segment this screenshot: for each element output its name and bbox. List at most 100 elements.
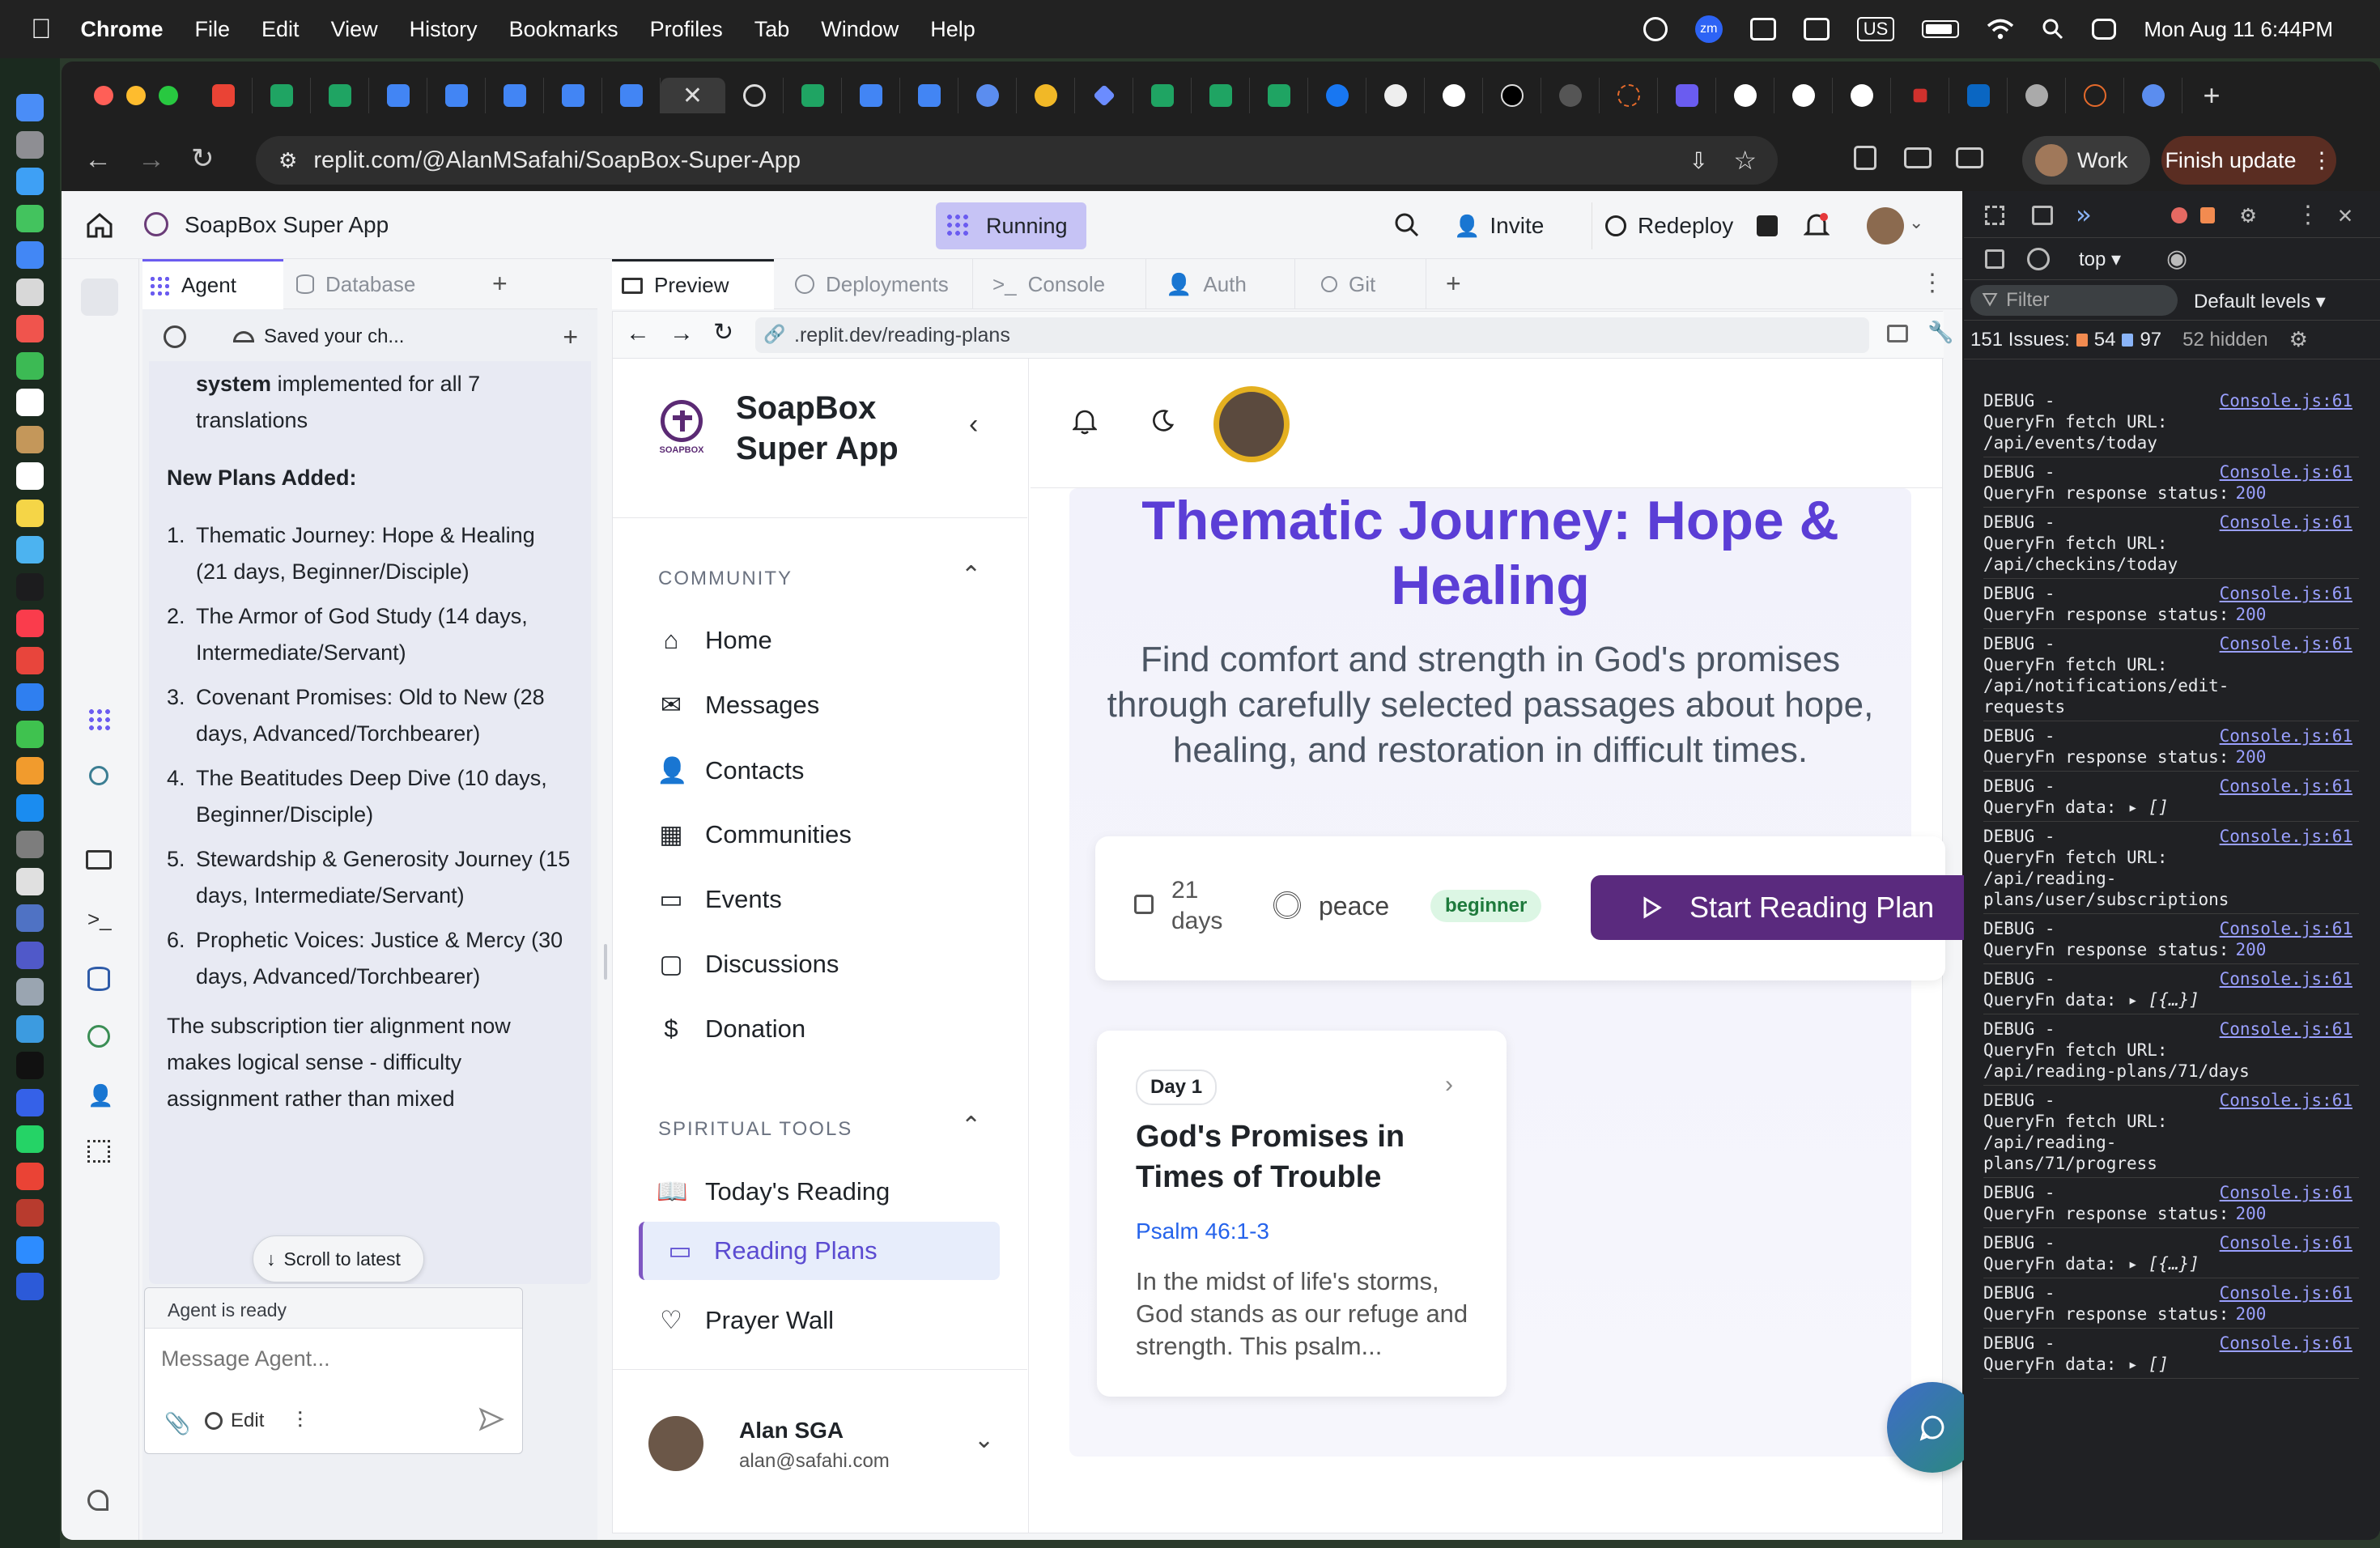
- log-source-link[interactable]: Console.js:61: [2220, 1282, 2352, 1303]
- pane-resize-handle[interactable]: [604, 944, 607, 980]
- profile-avatar[interactable]: [1213, 386, 1290, 462]
- log-source-link[interactable]: Console.js:61: [2220, 461, 2352, 483]
- dock-app-icon[interactable]: [16, 683, 44, 711]
- browser-tab[interactable]: [1250, 78, 1308, 113]
- log-object-value[interactable]: ▸ [{…}]: [2127, 990, 2199, 1010]
- console-log-entry[interactable]: DEBUG - QueryFn response status: 200 Consol…: [1983, 583, 2352, 625]
- dock-app-icon[interactable]: [16, 572, 44, 601]
- dock-app-icon[interactable]: [16, 904, 44, 932]
- tab-git[interactable]: Git: [1321, 259, 1426, 309]
- browser-tab[interactable]: [194, 78, 253, 113]
- minimize-window-button[interactable]: [126, 86, 146, 105]
- console-settings-icon[interactable]: ⚙: [2289, 327, 2308, 352]
- browser-tab[interactable]: [2008, 78, 2066, 113]
- send-icon[interactable]: [478, 1406, 504, 1432]
- theme-icon[interactable]: [87, 1490, 108, 1511]
- browser-tab[interactable]: [486, 78, 544, 113]
- dock-app-icon[interactable]: [16, 1162, 44, 1190]
- forward-icon[interactable]: →: [669, 320, 694, 347]
- collapse-sidebar-icon[interactable]: ‹: [969, 409, 978, 440]
- sidebar-toggle-icon[interactable]: [1985, 249, 2004, 269]
- context-select[interactable]: top ▾: [2079, 248, 2121, 271]
- back-icon[interactable]: ←: [626, 320, 650, 347]
- log-source-link[interactable]: Console.js:61: [2220, 512, 2352, 533]
- dock-app-icon[interactable]: [16, 1235, 44, 1264]
- nav-home[interactable]: ⌂ Home: [657, 626, 772, 655]
- console-log-entry[interactable]: DEBUG - QueryFn data: ▸ [] Console.js:61: [1983, 776, 2352, 818]
- console-log-entry[interactable]: DEBUG - QueryFn data: ▸ [] Console.js:61: [1983, 1333, 2352, 1375]
- preview-url-bar[interactable]: 🔗 .replit.dev/reading-plans: [755, 317, 1869, 353]
- dock-app-icon[interactable]: [16, 94, 44, 121]
- dock-app-icon[interactable]: [16, 425, 44, 453]
- chevron-down-icon[interactable]: ⌄: [1909, 212, 1923, 233]
- dock-app-icon[interactable]: [16, 499, 44, 527]
- dock-app-icon[interactable]: [16, 536, 44, 563]
- inspect-icon[interactable]: [1985, 206, 2004, 225]
- console-log-entry[interactable]: DEBUG - QueryFn fetch URL:/api/events/tod…: [1983, 390, 2352, 453]
- keyboard-layout[interactable]: US: [1856, 17, 1895, 41]
- browser-tab[interactable]: [2066, 78, 2124, 113]
- nav-prayer-wall[interactable]: ♡ Prayer Wall: [657, 1306, 834, 1335]
- settings-gear-icon[interactable]: ⚙: [2241, 201, 2255, 229]
- project-name[interactable]: SoapBox Super App: [185, 212, 389, 238]
- browser-tab[interactable]: [1716, 78, 1774, 113]
- status-icon-2[interactable]: [1749, 18, 1776, 40]
- dock-app-icon[interactable]: [16, 1125, 44, 1153]
- app-logo[interactable]: SOAPBOX: [645, 391, 718, 464]
- tab-auth[interactable]: 👤 Auth: [1166, 259, 1295, 309]
- browser-tab-active[interactable]: ✕: [661, 78, 725, 113]
- status-icon-3[interactable]: [1803, 18, 1830, 40]
- browser-tab[interactable]: [842, 78, 900, 113]
- chevron-up-icon[interactable]: ⌃: [961, 1112, 981, 1140]
- clock[interactable]: Mon Aug 11 6:44PM: [2144, 17, 2333, 42]
- tab-console[interactable]: >_ Console: [992, 259, 1146, 309]
- nav-messages[interactable]: ✉ Messages: [657, 691, 819, 720]
- log-source-link[interactable]: Console.js:61: [2220, 633, 2352, 654]
- log-source-link[interactable]: Console.js:61: [2220, 918, 2352, 939]
- tab-preview[interactable]: Preview: [612, 259, 774, 309]
- back-icon[interactable]: ←: [84, 144, 112, 176]
- dock-app-icon[interactable]: [16, 610, 44, 637]
- finish-update-button[interactable]: Finish update ⋮: [2161, 136, 2336, 185]
- dock-app-icon[interactable]: [16, 315, 44, 342]
- dock-app-icon[interactable]: [16, 646, 44, 674]
- forward-icon[interactable]: →: [138, 144, 165, 176]
- search-tab-icon[interactable]: [1956, 147, 1983, 168]
- new-chat-icon[interactable]: +: [563, 322, 578, 352]
- browser-tab[interactable]: [253, 78, 311, 113]
- new-tab-button[interactable]: +: [2182, 78, 2241, 113]
- more-vert-icon[interactable]: ⋮: [1920, 269, 1944, 297]
- browser-tab[interactable]: [958, 78, 1017, 113]
- dock-app-icon[interactable]: [16, 720, 44, 748]
- users-icon[interactable]: 👤: [87, 1083, 113, 1108]
- browser-tab[interactable]: [1541, 78, 1600, 113]
- spotlight-icon[interactable]: [2042, 18, 2064, 40]
- browser-tab[interactable]: [1192, 78, 1250, 113]
- dock-app-icon[interactable]: [16, 351, 44, 380]
- edit-button[interactable]: Edit: [205, 1410, 264, 1432]
- saved-status[interactable]: Saved your ch...: [264, 325, 404, 348]
- console-log-entry[interactable]: DEBUG - QueryFn fetch URL: /api/checkins/t…: [1983, 512, 2352, 575]
- menu-help[interactable]: Help: [930, 17, 975, 42]
- git-icon[interactable]: [89, 766, 108, 785]
- log-source-link[interactable]: Console.js:61: [2220, 1232, 2352, 1253]
- dock-app-icon[interactable]: [16, 1273, 44, 1300]
- dock-app-icon[interactable]: [16, 978, 44, 1006]
- install-icon[interactable]: ⇩: [1689, 147, 1708, 174]
- dock-app-icon[interactable]: [16, 1088, 44, 1116]
- control-center-icon[interactable]: [2092, 19, 2117, 40]
- issues-label[interactable]: 151 Issues:: [1970, 329, 2070, 351]
- stack-icon[interactable]: [1757, 215, 1778, 236]
- browser-tab[interactable]: [2124, 78, 2182, 113]
- dock-app-icon[interactable]: [16, 757, 44, 785]
- address-bar[interactable]: ⚙ replit.com/@AlanMSafahi/SoapBox-Super-…: [256, 136, 1778, 185]
- browser-tab[interactable]: [369, 78, 427, 113]
- profile-button[interactable]: Work: [2022, 136, 2150, 185]
- console-log-entry[interactable]: DEBUG - QueryFn response status: 200 Consol…: [1983, 461, 2352, 504]
- dock-app-icon[interactable]: [16, 1199, 44, 1227]
- browser-tab[interactable]: [1891, 78, 1949, 113]
- shell-icon[interactable]: >_: [87, 907, 112, 932]
- more-panels-icon[interactable]: »: [2076, 199, 2091, 230]
- nav-reading-plans[interactable]: ▭ Reading Plans: [639, 1222, 1000, 1280]
- browser-tab[interactable]: [1949, 78, 2008, 113]
